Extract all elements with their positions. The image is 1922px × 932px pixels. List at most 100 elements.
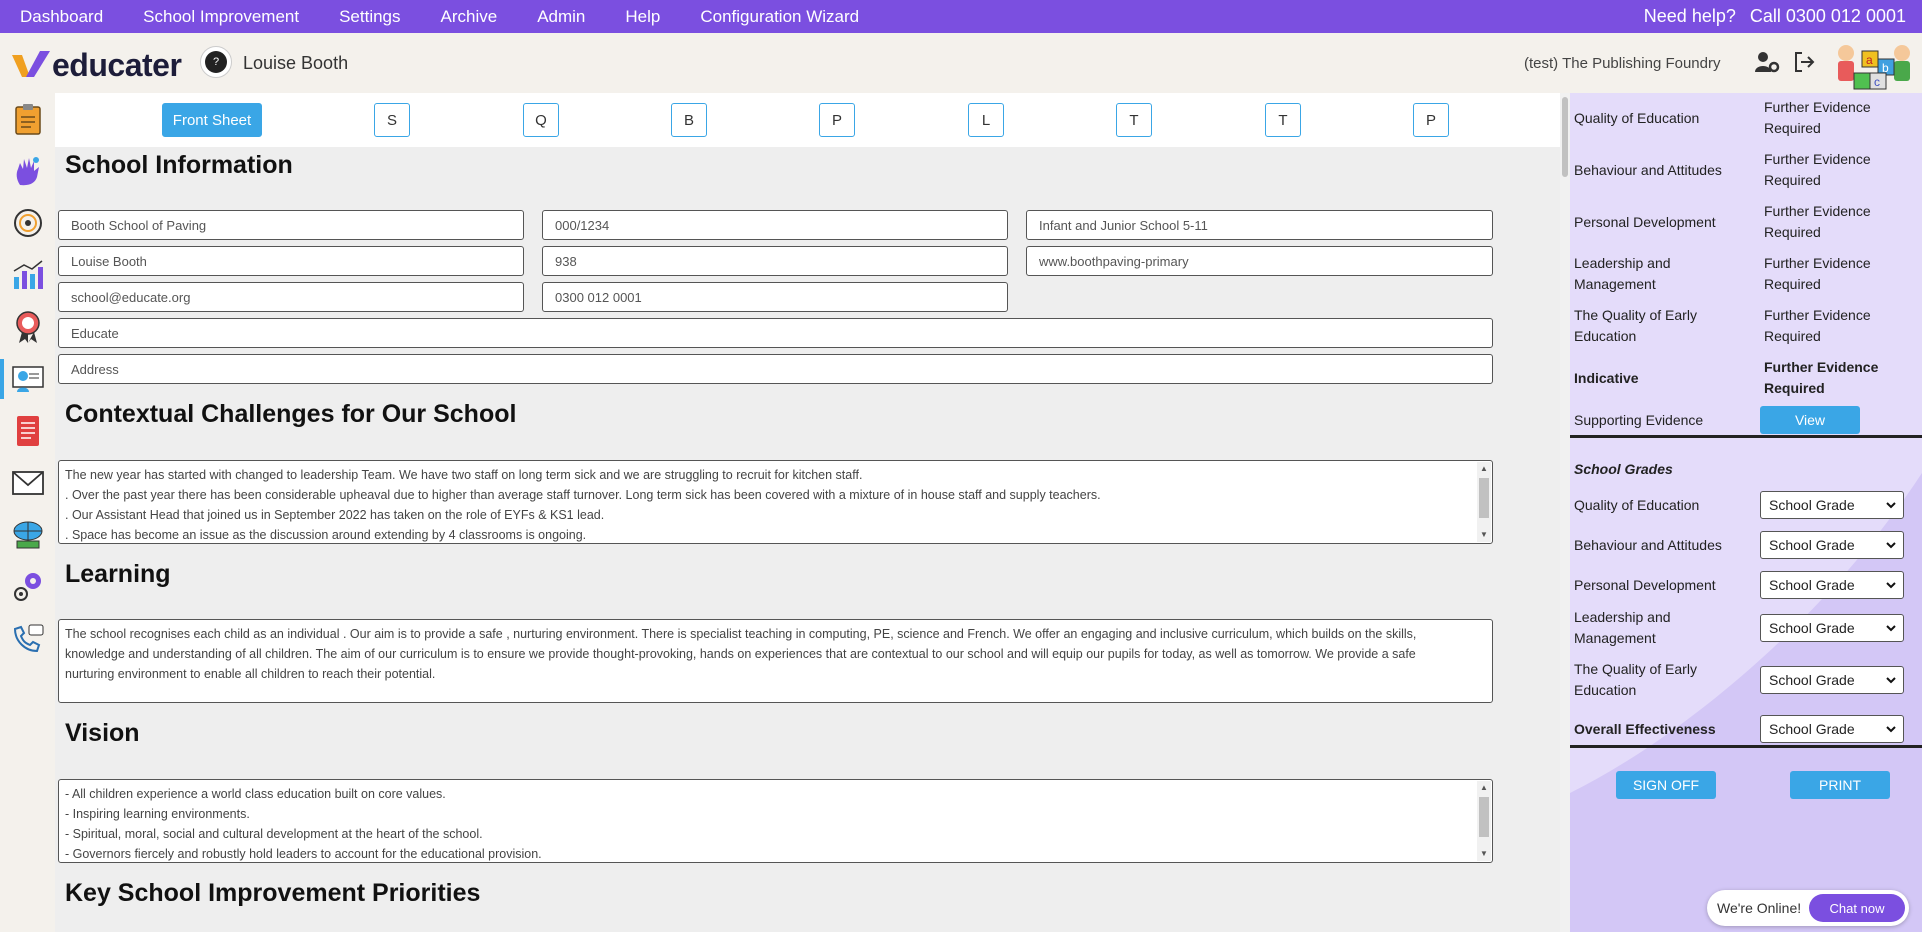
textarea-scrollbar[interactable]: ▲ ▼: [1477, 462, 1491, 542]
sign-off-button[interactable]: SIGN OFF: [1616, 771, 1716, 799]
nav-configuration-wizard[interactable]: Configuration Wizard: [700, 7, 859, 27]
grade-label: The Quality of Early Education: [1574, 661, 1697, 698]
sidebar-school-info[interactable]: [0, 353, 55, 405]
email-field[interactable]: school@educate.org: [58, 282, 524, 312]
tab-q[interactable]: Q: [523, 103, 559, 137]
scrollbar-thumb[interactable]: [1479, 478, 1489, 518]
school-grade-select[interactable]: School Grade: [1760, 715, 1904, 743]
tab-s[interactable]: S: [374, 103, 410, 137]
sidebar-messages[interactable]: [0, 457, 55, 509]
judgement-label: Behaviour and Attitudes: [1574, 161, 1722, 178]
avatar-placeholder-icon: ?: [205, 51, 227, 73]
school-grade-select[interactable]: School Grade: [1760, 491, 1904, 519]
svg-text:a: a: [1866, 53, 1873, 67]
sidebar-clipboard[interactable]: [0, 93, 55, 145]
select-value: School Grade: [1769, 721, 1855, 737]
judgement-label: Quality of Education: [1574, 109, 1700, 126]
textarea-scrollbar[interactable]: ▲ ▼: [1477, 781, 1491, 861]
tab-t[interactable]: T: [1116, 103, 1152, 137]
select-value: School Grade: [1769, 672, 1855, 688]
chat-now-button[interactable]: Chat now: [1809, 894, 1905, 922]
learning-heading: Learning: [65, 560, 171, 588]
clipboard-icon: [14, 104, 41, 135]
gears-icon: [13, 573, 41, 601]
sidebar-settings[interactable]: [0, 561, 55, 613]
learning-textarea[interactable]: The school recognises each child as an i…: [58, 619, 1493, 703]
grade-row: Behaviour and Attitudes School Grade: [1574, 530, 1916, 560]
sidebar-contact[interactable]: [0, 613, 55, 665]
urn-field[interactable]: 000/1234: [542, 210, 1008, 240]
help-phone[interactable]: Call 0300 012 0001: [1750, 6, 1906, 27]
nav-archive[interactable]: Archive: [441, 7, 498, 27]
school-grade-select[interactable]: School Grade: [1760, 666, 1904, 694]
sidebar-target[interactable]: [0, 197, 55, 249]
sidebar-documents[interactable]: [0, 405, 55, 457]
supporting-evidence-row: Supporting Evidence View: [1574, 405, 1916, 435]
scroll-up-icon[interactable]: ▲: [1477, 462, 1491, 476]
trust-field[interactable]: Educate: [58, 318, 1493, 348]
tab-b[interactable]: B: [671, 103, 707, 137]
organisation-name[interactable]: (test) The Publishing Foundry: [1524, 55, 1721, 72]
scroll-down-icon[interactable]: ▼: [1477, 528, 1491, 542]
phone-field[interactable]: 0300 012 0001: [542, 282, 1008, 312]
nav-admin[interactable]: Admin: [537, 7, 585, 27]
vision-textarea[interactable]: - All children experience a world class …: [58, 779, 1493, 863]
phase-field[interactable]: Infant and Junior School 5-11: [1026, 210, 1493, 240]
tab-t-2[interactable]: T: [1265, 103, 1301, 137]
contextual-line: The new year has started with changed to…: [65, 468, 863, 482]
bar-chart-icon: [13, 260, 43, 289]
school-grade-select[interactable]: School Grade: [1760, 571, 1904, 599]
page-scrollbar-thumb[interactable]: [1562, 97, 1568, 177]
grade-row: Quality of Education School Grade: [1574, 490, 1916, 520]
school-grade-select[interactable]: School Grade: [1760, 531, 1904, 559]
print-button[interactable]: PRINT: [1790, 771, 1890, 799]
page-scrollbar[interactable]: [1560, 93, 1570, 932]
contextual-heading: Contextual Challenges for Our School: [65, 400, 517, 428]
judgement-label: Personal Development: [1574, 213, 1716, 230]
user-settings-icon[interactable]: [1754, 50, 1780, 74]
pupil-count-field[interactable]: 938: [542, 246, 1008, 276]
tab-p-2[interactable]: P: [1413, 103, 1449, 137]
nav-settings[interactable]: Settings: [339, 7, 400, 27]
chat-widget[interactable]: We're Online! Chat now: [1707, 890, 1909, 926]
tab-front-sheet[interactable]: Front Sheet: [162, 103, 262, 137]
learning-line: The school recognises each child as an i…: [65, 627, 1417, 641]
judgement-row: The Quality of Early Education Further Ev…: [1574, 305, 1916, 347]
section-tabs: Front Sheet S Q B P L T T P: [55, 93, 1560, 147]
nav-dashboard[interactable]: Dashboard: [20, 7, 103, 27]
tab-l[interactable]: L: [968, 103, 1004, 137]
judgement-row: Behaviour and Attitudes Further Evidence …: [1574, 149, 1916, 191]
educater-logo[interactable]: educater: [12, 47, 182, 84]
user-avatar[interactable]: ?: [200, 46, 232, 78]
logo-text: educater: [52, 47, 182, 83]
scroll-up-icon[interactable]: ▲: [1477, 781, 1491, 795]
logout-icon[interactable]: [1792, 50, 1816, 74]
vision-line: - All children experience a world class …: [65, 787, 446, 801]
website-field[interactable]: www.boothpaving-primary: [1026, 246, 1493, 276]
contextual-textarea[interactable]: The new year has started with changed to…: [58, 460, 1493, 544]
user-name: Louise Booth: [243, 53, 349, 73]
sidebar-award[interactable]: [0, 301, 55, 353]
scrollbar-thumb[interactable]: [1479, 797, 1489, 837]
scroll-down-icon[interactable]: ▼: [1477, 847, 1491, 861]
sidebar-globe[interactable]: [0, 509, 55, 561]
grade-row: The Quality of Early Education School Gra…: [1574, 659, 1916, 701]
nav-help[interactable]: Help: [625, 7, 660, 27]
tab-p[interactable]: P: [819, 103, 855, 137]
address-field[interactable]: Address: [58, 354, 1493, 384]
help-contact: Need help? Call 0300 012 0001: [1630, 0, 1906, 33]
grade-row: Personal Development School Grade: [1574, 570, 1916, 600]
sidebar-hand[interactable]: [0, 145, 55, 197]
school-grades-heading: School Grades: [1574, 460, 1673, 477]
sidebar-analytics[interactable]: [0, 249, 55, 301]
hand-icon: [16, 157, 39, 186]
judgement-value: Further Evidence Required: [1764, 203, 1871, 240]
judgement-row: Quality of Education Further Evidence Req…: [1574, 97, 1916, 139]
app-header: educater ? Louise Booth (test) The Publi…: [0, 33, 1922, 93]
school-grade-select[interactable]: School Grade: [1760, 614, 1904, 642]
view-evidence-button[interactable]: View: [1760, 406, 1860, 434]
headteacher-field[interactable]: Louise Booth: [58, 246, 524, 276]
nav-school-improvement[interactable]: School Improvement: [143, 7, 299, 27]
school-name-field[interactable]: Booth School of Paving: [58, 210, 524, 240]
panel-divider: [1570, 745, 1922, 748]
